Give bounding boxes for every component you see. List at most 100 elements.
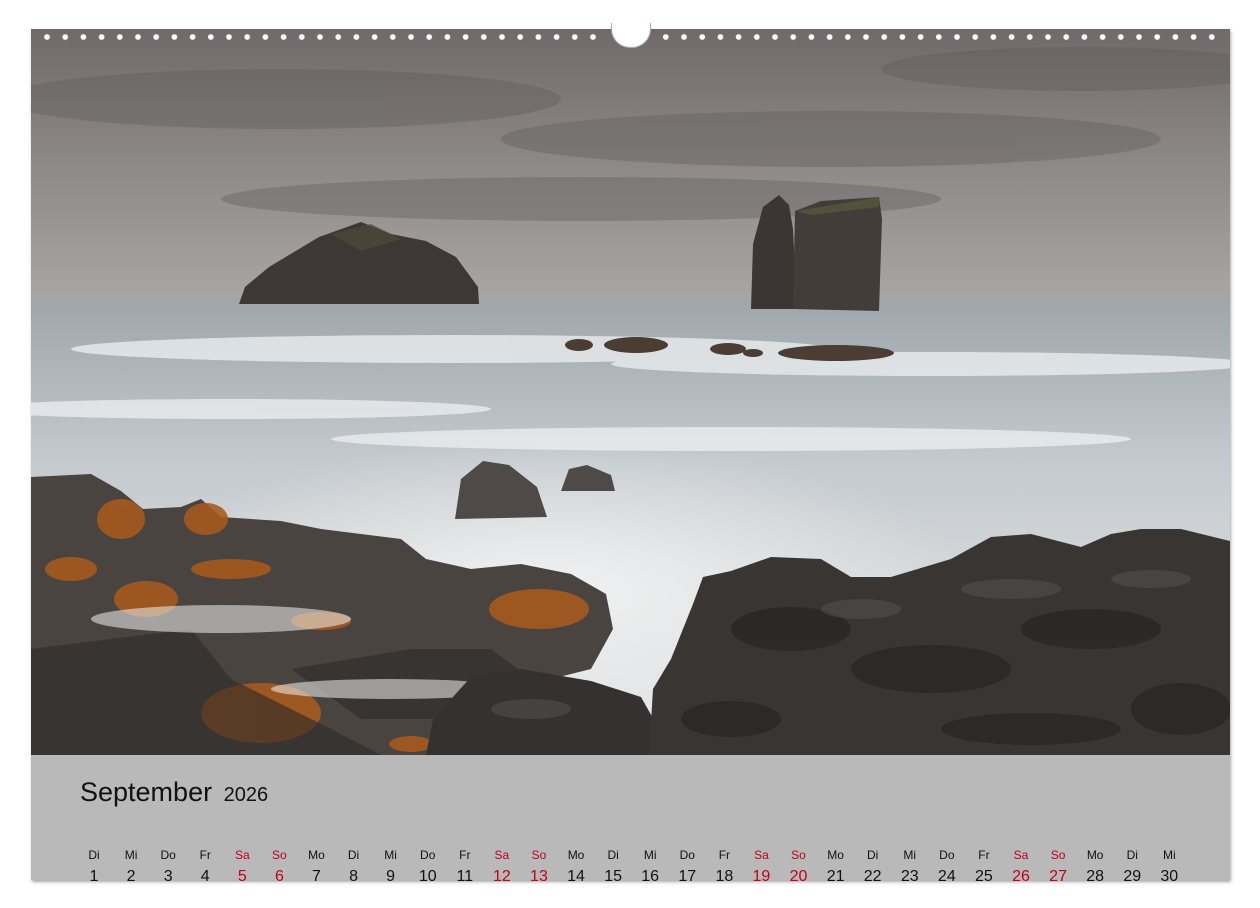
binding-hole	[844, 33, 852, 41]
day-number: 17	[678, 868, 697, 885]
binding-hole	[116, 33, 124, 41]
binding-hole	[662, 33, 670, 41]
binding-hole	[516, 33, 524, 41]
day-number: 28	[1086, 868, 1105, 885]
binding-hole	[1007, 33, 1016, 41]
day-number: 8	[349, 868, 358, 885]
binding-hole	[771, 33, 779, 41]
binding-hole	[243, 33, 251, 41]
binding-hole	[698, 33, 706, 41]
binding-hole	[789, 33, 797, 41]
binding-hole	[79, 33, 88, 41]
year-label: 2026	[223, 784, 269, 806]
binding-hole	[334, 33, 342, 41]
weekday-label: Mo	[308, 848, 325, 862]
day-number: 10	[418, 868, 437, 885]
binding-hole	[1135, 33, 1143, 41]
binding-hole	[589, 33, 597, 41]
binding-hole	[207, 33, 215, 41]
binding-hole	[134, 33, 142, 41]
binding-hole	[1117, 33, 1125, 41]
binding-hole	[170, 33, 178, 41]
binding-hole	[152, 33, 160, 41]
weekday-label: Sa	[234, 848, 250, 862]
binding-hole	[807, 33, 816, 41]
calendar-strip: September 2026 Di 1 Mi 2 Do 3 Fr 4 Sa 5 So 6 Mo 7 Di 8 M…	[31, 755, 1230, 885]
day-number: 20	[789, 868, 808, 885]
day-number: 14	[567, 868, 585, 885]
binding-hole	[989, 33, 998, 41]
day-number: 24	[937, 868, 956, 885]
weekday-label: Do	[939, 848, 955, 862]
binding-hole	[370, 33, 379, 41]
binding-hole	[43, 33, 51, 41]
binding-hole	[98, 33, 106, 41]
sea-stack-right	[793, 197, 882, 311]
weekday-label: Di	[347, 848, 360, 862]
binding-hole	[571, 33, 579, 41]
binding-hole	[680, 33, 688, 41]
weekday-label: So	[272, 848, 287, 862]
weekday-label: Mo	[827, 848, 844, 862]
binding-hole	[716, 33, 725, 41]
binding-hole	[1153, 33, 1161, 41]
weekday-label: Fr	[718, 848, 731, 862]
binding-hole	[552, 33, 561, 41]
weekday-label: Mi	[384, 848, 397, 862]
binding-hole	[1190, 33, 1198, 41]
day-number: 23	[900, 868, 919, 885]
binding-hole	[753, 33, 761, 41]
day-number: 3	[163, 868, 173, 885]
binding-hole	[407, 33, 415, 41]
day-number: 16	[641, 868, 660, 885]
binding-hole	[1026, 33, 1034, 41]
month-name: September	[80, 777, 213, 807]
day-number: 13	[530, 868, 548, 885]
binding-hole	[1171, 33, 1180, 41]
day-number: 19	[752, 868, 771, 885]
binding-hole	[1080, 33, 1089, 41]
weekday-label: Di	[607, 848, 619, 862]
binding-hole	[443, 33, 451, 41]
binding-hole	[480, 33, 488, 41]
binding-hole	[971, 33, 979, 41]
weekday-label: Di	[88, 848, 100, 862]
day-number: 12	[492, 868, 511, 885]
day-number: 26	[1012, 868, 1030, 885]
weekday-label: Fr	[978, 848, 990, 862]
day-number: 21	[826, 868, 845, 885]
binding-hole	[61, 33, 69, 41]
binding-hole	[734, 33, 743, 41]
weekday-label: Di	[867, 848, 879, 862]
weekday-label: Mi	[124, 848, 138, 862]
weekday-label: Sa	[754, 848, 769, 862]
calendar-title: September 2026	[80, 777, 268, 808]
binding-hole	[825, 33, 834, 41]
calendar-page: September 2026 Di 1 Mi 2 Do 3 Fr 4 Sa 5 So 6 Mo 7 Di 8 M…	[31, 29, 1230, 885]
day-number: 30	[1160, 868, 1179, 885]
day-number: 6	[274, 868, 284, 885]
binding-hole	[298, 33, 306, 41]
weekday-label: So	[1050, 848, 1066, 862]
weekday-label: Do	[160, 848, 176, 862]
weekday-label: Mo	[1086, 848, 1104, 862]
binding-hole	[916, 33, 925, 41]
binding-hole	[534, 33, 542, 41]
weekday-label: Mi	[643, 848, 657, 862]
weekday-label: Do	[420, 848, 436, 862]
binding-hole	[189, 33, 197, 41]
weekday-label: Mo	[567, 848, 585, 862]
day-number: 1	[89, 868, 99, 885]
weekday-label: Sa	[1013, 848, 1029, 862]
binding-hole	[316, 33, 324, 41]
binding-hole	[1062, 33, 1070, 41]
weekday-label: Di	[1126, 848, 1138, 862]
day-number: 7	[312, 868, 321, 885]
day-number: 25	[975, 868, 993, 885]
binding-hole	[1044, 33, 1052, 41]
binding-hole	[880, 33, 888, 41]
weekday-label: Do	[679, 848, 695, 862]
weekday-label: So	[791, 848, 806, 862]
day-number: 4	[200, 868, 210, 885]
binding-hole	[461, 33, 470, 41]
